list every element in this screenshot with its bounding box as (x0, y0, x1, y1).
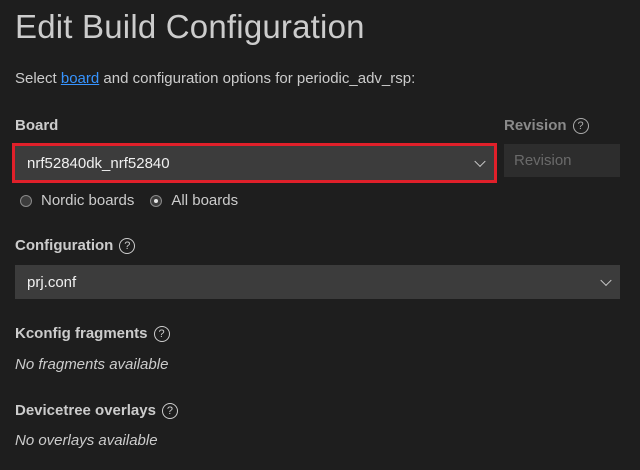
configuration-label: Configuration? (15, 237, 136, 254)
kconfig-empty-text: No fragments available (15, 356, 169, 373)
kconfig-label-text: Kconfig fragments (15, 325, 148, 342)
configuration-select[interactable]: prj.conf (15, 265, 620, 299)
devicetree-label-text: Devicetree overlays (15, 402, 156, 419)
chevron-down-icon (600, 274, 612, 287)
board-select[interactable]: nrf52840dk_nrf52840 (15, 146, 494, 180)
board-link[interactable]: board (61, 70, 99, 87)
radio-checked-icon (150, 194, 163, 207)
revision-placeholder: Revision (514, 152, 572, 169)
subtitle-prefix: Select (15, 70, 61, 87)
board-filter-radios: Nordic boards All boards (20, 192, 254, 209)
revision-label-text: Revision (504, 117, 567, 134)
devicetree-label: Devicetree overlays? (15, 402, 178, 419)
radio-unchecked-icon (20, 194, 32, 207)
radio-all-boards[interactable]: All boards (150, 192, 238, 209)
configuration-help-icon[interactable]: ? (119, 238, 136, 254)
chevron-down-icon (474, 155, 486, 168)
configuration-label-text: Configuration (15, 237, 114, 254)
page-subtitle: Select board and configuration options f… (15, 70, 415, 87)
kconfig-label: Kconfig fragments? (15, 325, 170, 342)
devicetree-empty-text: No overlays available (15, 432, 158, 449)
revision-label: Revision? (504, 117, 589, 134)
configuration-select-value: prj.conf (27, 273, 77, 291)
revision-help-icon[interactable]: ? (572, 118, 589, 134)
board-label: Board (15, 117, 58, 134)
board-select-value: nrf52840dk_nrf52840 (27, 154, 170, 172)
radio-nordic-boards[interactable]: Nordic boards (20, 192, 134, 209)
radio-nordic-boards-label: Nordic boards (41, 192, 135, 209)
board-label-text: Board (15, 117, 59, 134)
radio-all-boards-label: All boards (171, 192, 239, 209)
page-title: Edit Build Configuration (15, 8, 365, 45)
subtitle-suffix: and configuration options for periodic_a… (99, 70, 416, 87)
revision-input[interactable]: Revision (504, 144, 620, 177)
kconfig-help-icon[interactable]: ? (153, 326, 170, 342)
devicetree-help-icon[interactable]: ? (161, 403, 178, 419)
